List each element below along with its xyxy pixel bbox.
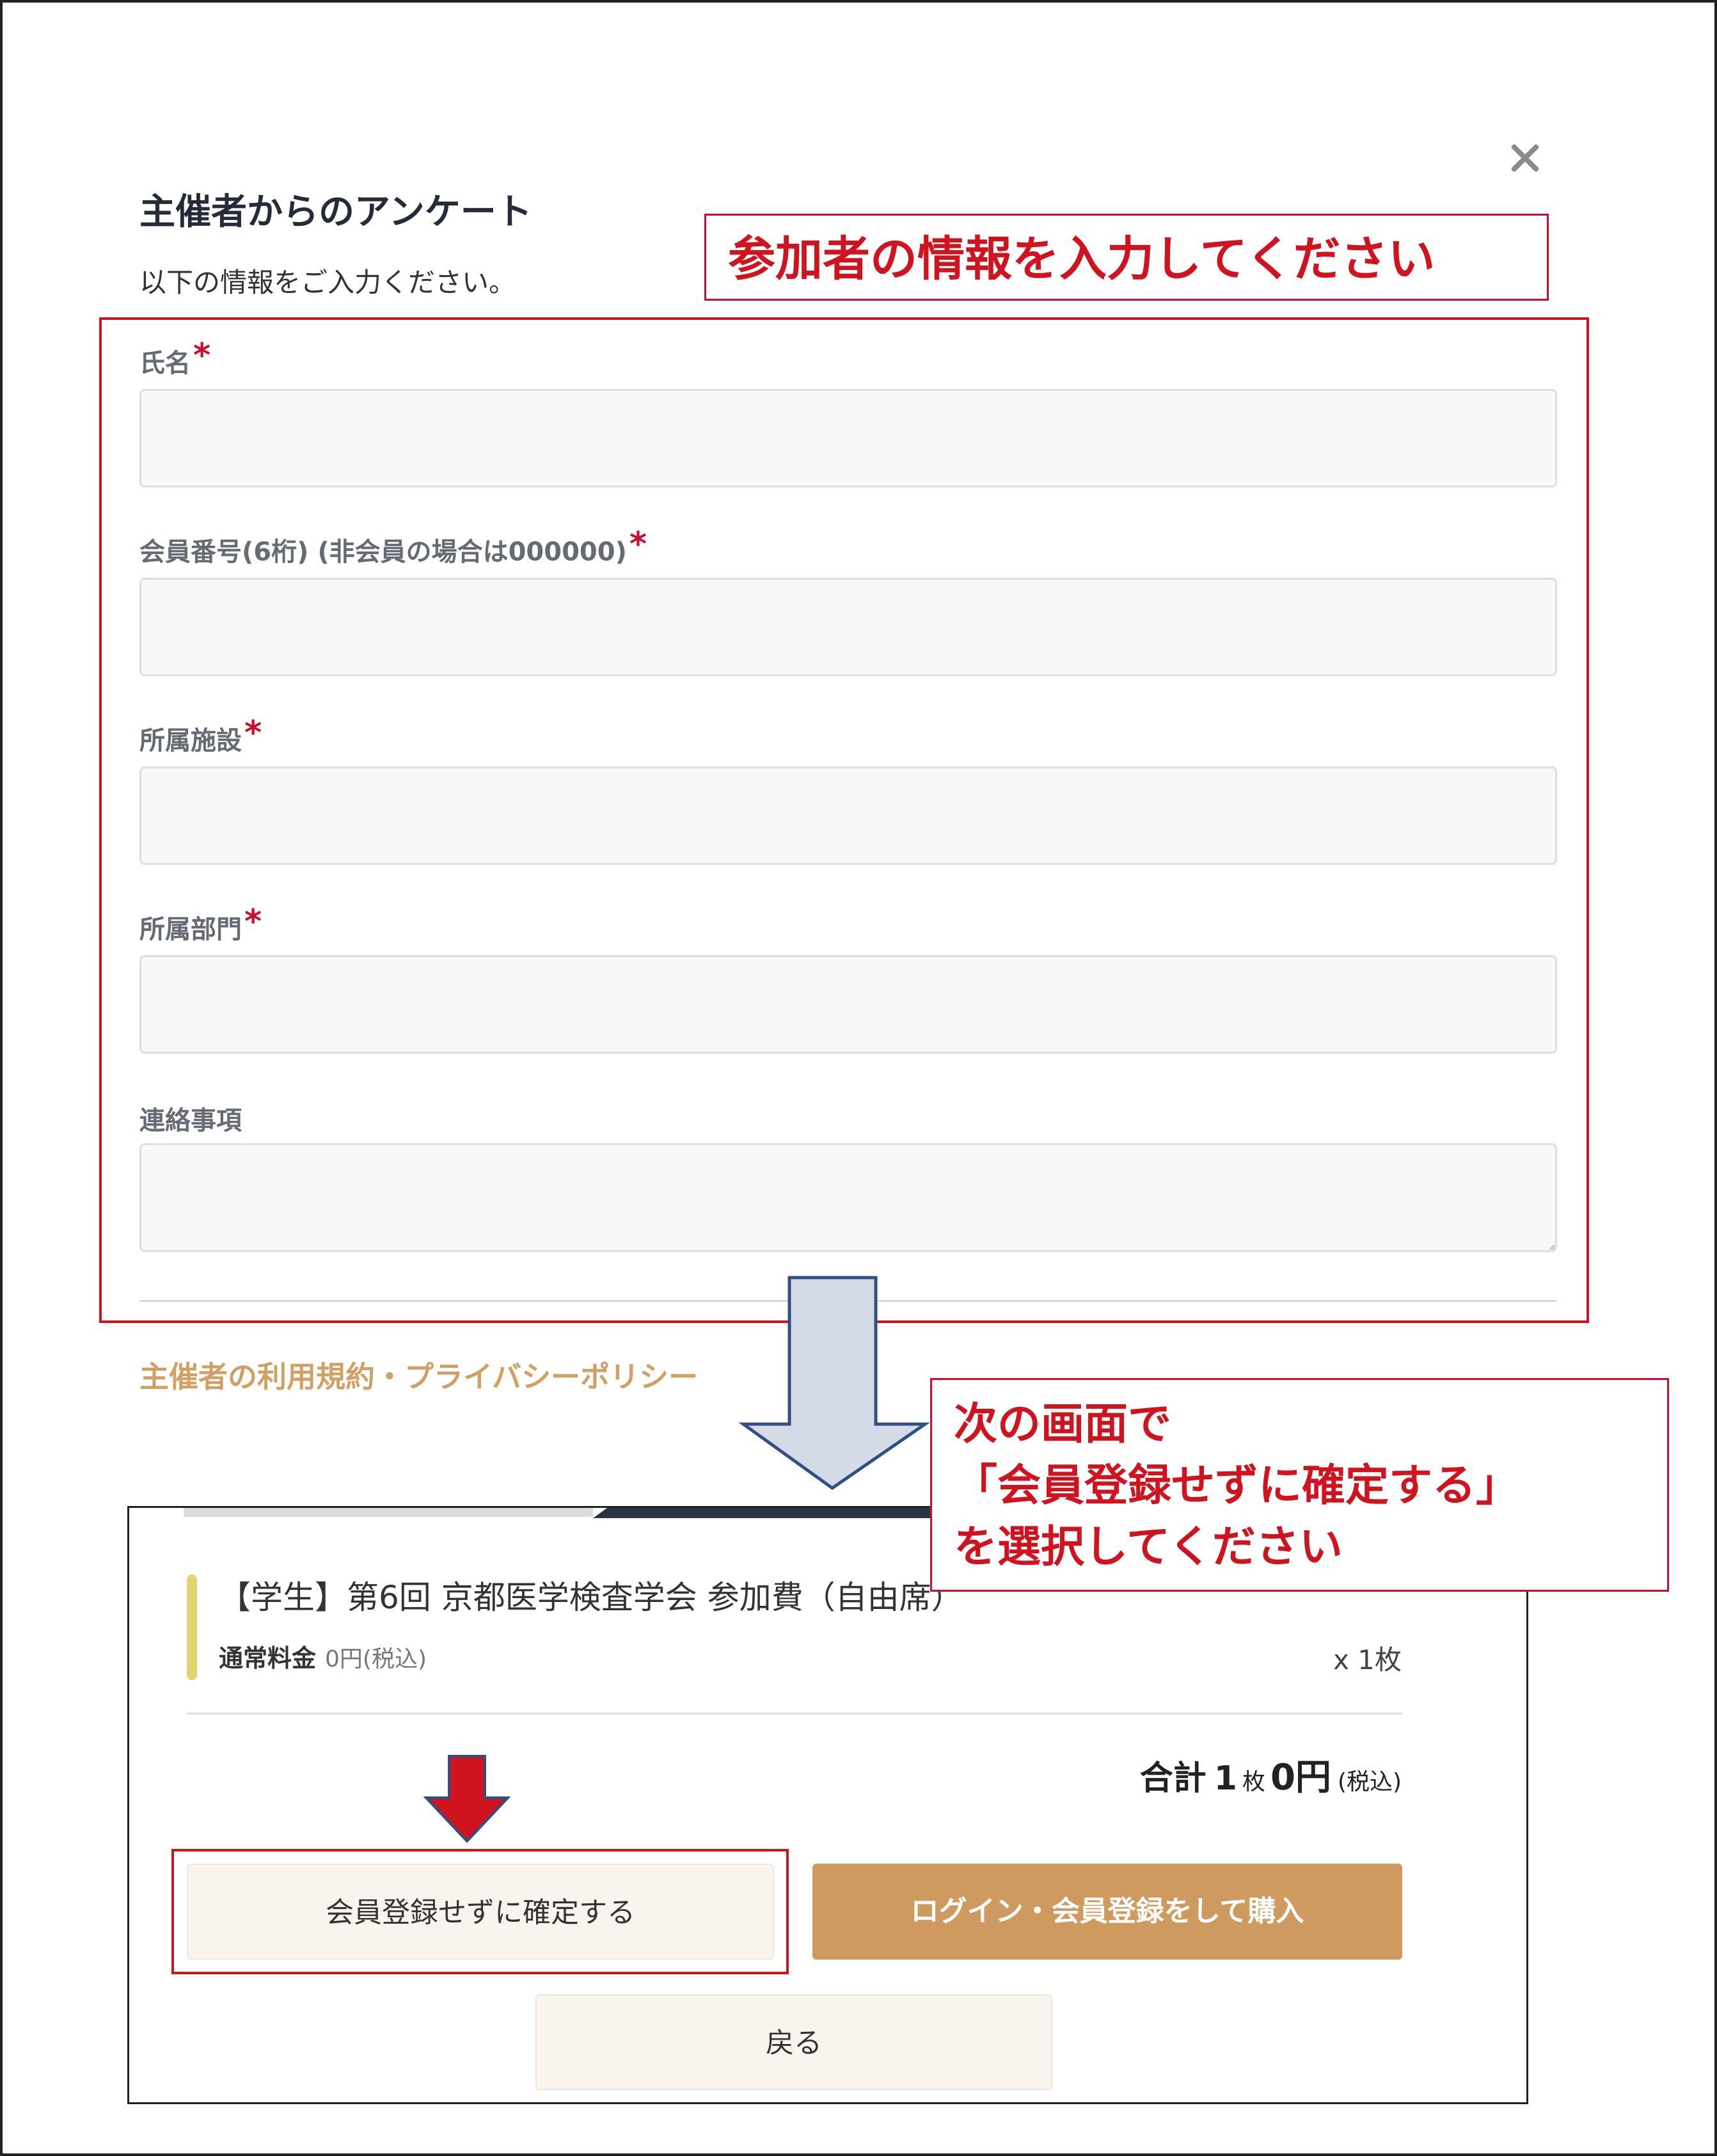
- price-label: 通常料金: [219, 1644, 317, 1672]
- tab-inactive: [184, 1508, 593, 1517]
- callout-line: を選択してください: [954, 1522, 1343, 1573]
- field-label-department: 所属部門*: [139, 903, 262, 946]
- member-number-input[interactable]: [139, 578, 1557, 676]
- price-value: 0円(税込): [325, 1646, 427, 1672]
- required-mark: *: [193, 337, 211, 375]
- field-label-notes: 連絡事項: [139, 1100, 242, 1137]
- page: 主催者からのアンケート 以下の情報をご入力ください。 参加者の情報を入力してくだ…: [0, 0, 1717, 2156]
- field-label-text: 会員番号(6桁) (非会員の場合は000000): [139, 537, 627, 567]
- name-input[interactable]: [139, 389, 1557, 487]
- field-label-member-number: 会員番号(6桁) (非会員の場合は000000)*: [139, 525, 647, 569]
- field-label-name: 氏名*: [139, 337, 210, 380]
- order-total: 合計 1 枚 0円 (税込): [1140, 1748, 1402, 1800]
- arrow-down-icon: [738, 1276, 930, 1491]
- confirm-without-register-button[interactable]: 会員登録せずに確定する: [187, 1864, 774, 1960]
- ticket-accent-bar: [187, 1574, 197, 1680]
- back-button[interactable]: 戻る: [535, 1994, 1052, 2090]
- ticket-quantity: x 1枚: [1333, 1644, 1402, 1676]
- annotation-callout-bottom: 次の画面で 「会員登録せずに確定する」 を選択してください: [930, 1378, 1669, 1592]
- notes-textarea[interactable]: [139, 1143, 1557, 1252]
- order-confirm-panel: 【学生】第6回 京都医学検査学会 参加費（自由席） 通常料金 0円(税込) x 1…: [127, 1506, 1528, 2104]
- callout-line: 「会員登録せずに確定する」: [954, 1461, 1520, 1511]
- panel-divider: [187, 1713, 1402, 1715]
- close-icon[interactable]: [1503, 136, 1548, 180]
- callout-line: 次の画面で: [954, 1399, 1172, 1450]
- total-amount: 0円: [1270, 1757, 1331, 1798]
- terms-privacy-link[interactable]: 主催者の利用規約・プライバシーポリシー: [139, 1354, 698, 1396]
- total-count: 1: [1214, 1759, 1237, 1798]
- field-label-text: 所属施設: [139, 726, 242, 756]
- field-label-facility: 所属施設*: [139, 714, 262, 757]
- required-mark: *: [629, 525, 647, 564]
- total-label: 合計: [1139, 1759, 1207, 1798]
- field-label-text: 連絡事項: [139, 1106, 242, 1136]
- department-input[interactable]: [139, 955, 1557, 1054]
- facility-input[interactable]: [139, 766, 1557, 865]
- ticket-name: 【学生】第6回 京都医学検査学会 参加費（自由席）: [219, 1579, 963, 1616]
- required-mark: *: [244, 903, 262, 941]
- total-tax: (税込): [1337, 1769, 1402, 1795]
- modal-title: 主催者からのアンケート: [139, 191, 532, 233]
- login-register-purchase-button[interactable]: ログイン・会員登録をして購入: [812, 1864, 1402, 1960]
- total-unit: 枚: [1242, 1769, 1265, 1795]
- field-label-text: 氏名: [139, 349, 191, 378]
- field-label-text: 所属部門: [139, 915, 242, 944]
- required-mark: *: [244, 714, 262, 752]
- arrow-down-red-icon: [423, 1755, 510, 1843]
- annotation-callout-top: 参加者の情報を入力してください: [704, 214, 1549, 301]
- ticket-price: 通常料金 0円(税込): [219, 1638, 427, 1674]
- modal-subtitle: 以下の情報をご入力ください。: [139, 267, 516, 298]
